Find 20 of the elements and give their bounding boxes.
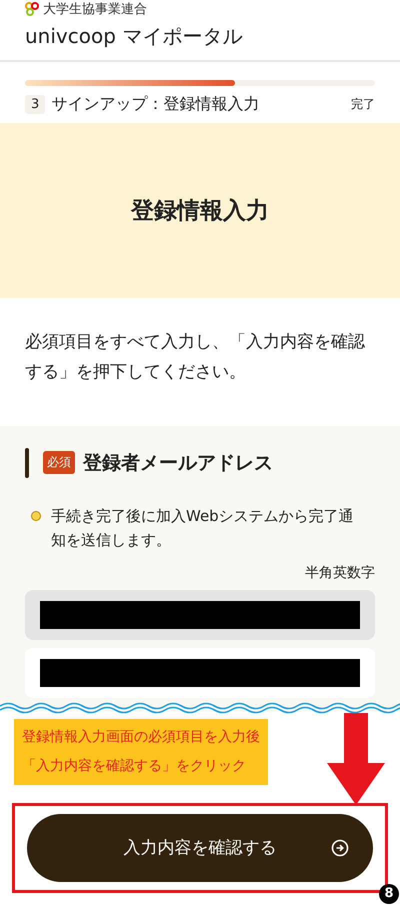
callout-text: 「入力内容を確認する」をクリック [22, 756, 247, 776]
required-badge: 必須 [43, 451, 75, 474]
input-field[interactable] [25, 648, 375, 698]
site-title: univcoop マイポータル [25, 23, 244, 50]
logo-icon [25, 2, 39, 16]
callout-text: 登録情報入力画面の必須項目を入力後 [22, 728, 260, 746]
end-label: 完了 [351, 96, 375, 113]
format-hint: 半角英数字 [304, 564, 375, 582]
note-text: 手続き完了後に加入Webシステムから完了通知を送信します。 [51, 506, 355, 550]
instruction-text: 必須項目をすべて入力し、「入力内容を確認する」を押下してください。 [24, 331, 366, 384]
page-title: 登録情報入力 [131, 197, 269, 226]
confirm-button[interactable]: 入力内容を確認する [27, 814, 373, 882]
arrow-circle-icon [331, 838, 349, 856]
step-number: 3 [25, 95, 46, 114]
step-badge: 8 [379, 884, 399, 904]
heading-bar [25, 448, 29, 478]
organization-name: 大学生協事業連合 [43, 2, 147, 16]
bullet-dot-icon [31, 510, 41, 520]
section-heading: 登録者メールアドレス [83, 450, 273, 476]
step-label: サインアップ：登録情報入力 [51, 94, 260, 115]
